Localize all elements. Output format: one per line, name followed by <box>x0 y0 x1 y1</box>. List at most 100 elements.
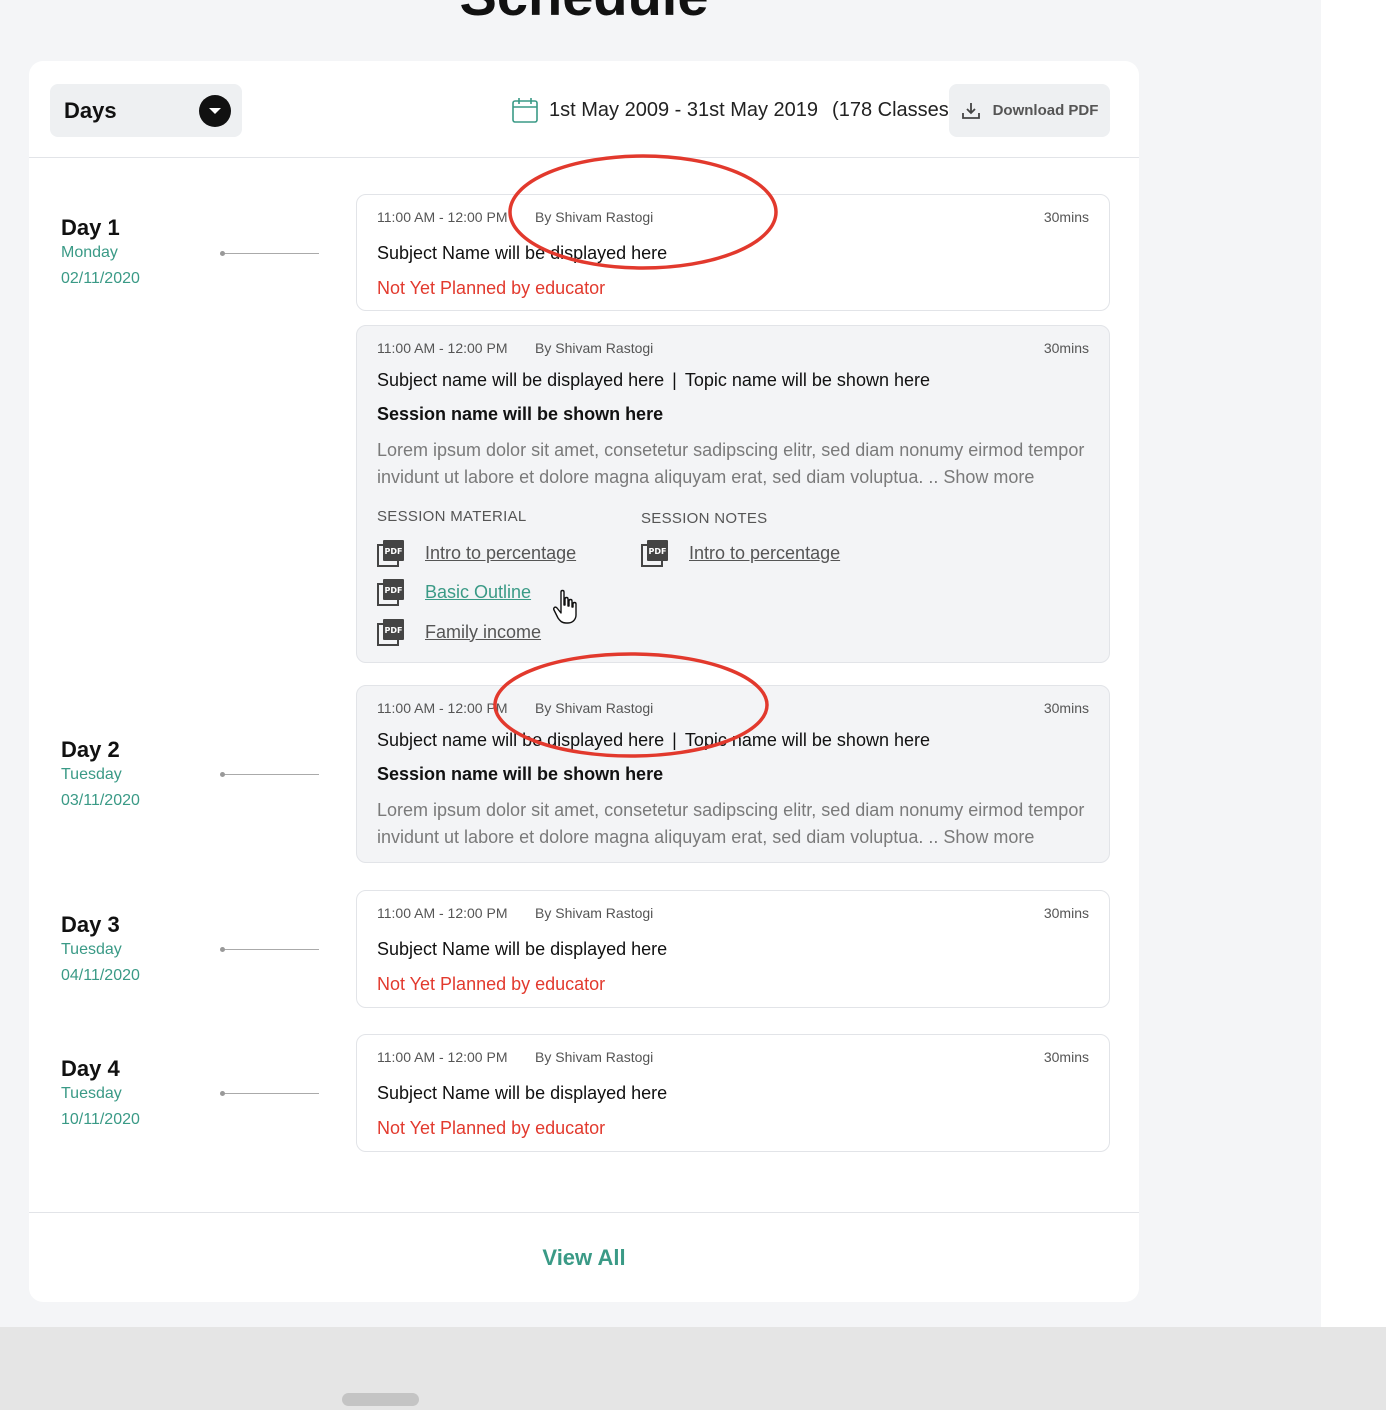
session-subject-topic: Subject name will be displayed here | Topi… <box>377 369 1089 391</box>
session-notes-column: SESSION NOTES PDF Intro to percentage <box>641 509 840 567</box>
pdf-icon: PDF <box>377 619 404 646</box>
download-pdf-label: Download PDF <box>992 102 1099 119</box>
session-educator: By Shivam Rastogi <box>535 209 654 225</box>
show-more-link[interactable]: Show more <box>943 467 1034 487</box>
separator: | <box>672 370 677 390</box>
pdf-icon: PDF <box>641 540 668 567</box>
show-more-link[interactable]: Show more <box>943 827 1034 847</box>
svg-text:PDF: PDF <box>385 586 403 595</box>
notes-item[interactable]: PDF Intro to percentage <box>641 539 840 567</box>
schedule-footer: View All <box>29 1212 1139 1302</box>
session-meta: 11:00 AM - 12:00 PM By Shivam Rastogi 30… <box>377 1049 1089 1069</box>
session-resources: SESSION MATERIAL PDF Intro to percentage… <box>377 507 1089 667</box>
view-selector-label: Days <box>64 97 117 123</box>
session-time: 11:00 AM - 12:00 PM <box>377 209 508 225</box>
view-selector-dropdown[interactable]: Days <box>50 84 242 137</box>
timeline-connector <box>220 772 319 777</box>
day-date: 02/11/2020 <box>61 270 140 287</box>
session-notes-heading: SESSION NOTES <box>641 510 768 527</box>
session-subject: Subject name will be displayed here <box>377 730 665 750</box>
session-duration: 30mins <box>1043 209 1089 225</box>
session-time: 11:00 AM - 12:00 PM <box>377 1049 508 1065</box>
date-range-display: 1st May 2009 - 31st May 2019 (178 Classe… <box>511 91 955 129</box>
session-name: Session name will be shown here <box>377 404 664 424</box>
schedule-card: Days 1st May 2009 - 31st May 2019 (178 C… <box>29 61 1139 1302</box>
session-meta: 11:00 AM - 12:00 PM By Shivam Rastogi 30… <box>377 209 1089 229</box>
notes-link[interactable]: Intro to percentage <box>689 543 840 564</box>
day-number: Day 4 <box>61 1056 120 1081</box>
pdf-icon: PDF <box>377 540 404 567</box>
day-date: 03/11/2020 <box>61 792 140 809</box>
day-weekday: Tuesday <box>61 1085 122 1102</box>
day-number: Day 1 <box>61 215 120 240</box>
material-item[interactable]: PDF Family income <box>377 618 576 646</box>
hand-cursor-icon <box>553 589 577 624</box>
session-card[interactable]: 11:00 AM - 12:00 PM By Shivam Rastogi 30… <box>356 890 1110 1008</box>
schedule-toolbar: Days 1st May 2009 - 31st May 2019 (178 C… <box>29 61 1139 158</box>
session-educator: By Shivam Rastogi <box>535 1049 654 1065</box>
day-weekday: Tuesday <box>61 941 122 958</box>
session-subject: Subject Name will be displayed here <box>377 243 668 263</box>
download-icon <box>961 102 980 119</box>
download-pdf-button[interactable]: Download PDF <box>949 84 1110 137</box>
day-label-4: Day 4 Tuesday 10/11/2020 <box>61 1056 140 1130</box>
session-time: 11:00 AM - 12:00 PM <box>377 700 508 716</box>
day-label-1: Day 1 Monday 02/11/2020 <box>61 215 140 289</box>
view-all-link[interactable]: View All <box>542 1245 625 1271</box>
session-subject: Subject Name will be displayed here <box>377 939 668 959</box>
day-date: 04/11/2020 <box>61 967 140 984</box>
session-time: 11:00 AM - 12:00 PM <box>377 905 508 921</box>
day-number: Day 3 <box>61 912 120 937</box>
svg-text:PDF: PDF <box>385 547 403 556</box>
class-count: (178 Classes) <box>832 98 956 121</box>
day-weekday: Tuesday <box>61 766 122 783</box>
timeline-connector <box>220 947 319 952</box>
session-card[interactable]: 11:00 AM - 12:00 PM By Shivam Rastogi 30… <box>356 685 1110 863</box>
right-edge-panel <box>1321 0 1386 1327</box>
session-duration: 30mins <box>1043 1049 1089 1065</box>
svg-text:PDF: PDF <box>385 626 403 635</box>
page-title: Schedule <box>0 0 1168 28</box>
session-time: 11:00 AM - 12:00 PM <box>377 340 508 356</box>
material-link[interactable]: Basic Outline <box>425 582 531 603</box>
calendar-icon <box>512 98 538 123</box>
pdf-icon: PDF <box>377 579 404 606</box>
session-card-expanded[interactable]: 11:00 AM - 12:00 PM By Shivam Rastogi 30… <box>356 325 1110 663</box>
timeline-connector <box>220 251 319 256</box>
session-duration: 30mins <box>1043 700 1089 716</box>
timeline-connector <box>220 1091 319 1096</box>
day-number: Day 2 <box>61 737 120 762</box>
material-item[interactable]: PDF Basic Outline <box>377 578 576 606</box>
scrollbar-handle[interactable] <box>342 1393 419 1406</box>
session-material-heading: SESSION MATERIAL <box>377 508 527 525</box>
session-duration: 30mins <box>1043 340 1089 356</box>
session-duration: 30mins <box>1043 905 1089 921</box>
material-link[interactable]: Intro to percentage <box>425 543 576 564</box>
session-subject-topic: Subject name will be displayed here | Topi… <box>377 729 1089 751</box>
session-card[interactable]: 11:00 AM - 12:00 PM By Shivam Rastogi 30… <box>356 194 1110 311</box>
session-subject: Subject name will be displayed here <box>377 370 665 390</box>
session-status: Not Yet Planned by educator <box>377 278 606 298</box>
day-weekday: Monday <box>61 244 118 261</box>
session-description: Lorem ipsum dolor sit amet, consetetur s… <box>377 797 1089 851</box>
session-meta: 11:00 AM - 12:00 PM By Shivam Rastogi 30… <box>377 905 1089 925</box>
session-card[interactable]: 11:00 AM - 12:00 PM By Shivam Rastogi 30… <box>356 1034 1110 1152</box>
chevron-down-icon <box>199 94 231 127</box>
session-subject: Subject Name will be displayed here <box>377 1083 668 1103</box>
session-topic: Topic name will be shown here <box>684 730 930 750</box>
material-link[interactable]: Family income <box>425 622 541 643</box>
day-label-3: Day 3 Tuesday 04/11/2020 <box>61 912 140 986</box>
session-educator: By Shivam Rastogi <box>535 340 654 356</box>
session-meta: 11:00 AM - 12:00 PM By Shivam Rastogi 30… <box>377 700 1089 720</box>
session-meta: 11:00 AM - 12:00 PM By Shivam Rastogi 30… <box>377 340 1089 360</box>
session-topic: Topic name will be shown here <box>684 370 930 390</box>
day-label-2: Day 2 Tuesday 03/11/2020 <box>61 737 140 811</box>
svg-text:PDF: PDF <box>649 547 667 556</box>
session-status: Not Yet Planned by educator <box>377 974 606 994</box>
session-educator: By Shivam Rastogi <box>535 700 654 716</box>
material-item[interactable]: PDF Intro to percentage <box>377 539 576 567</box>
session-educator: By Shivam Rastogi <box>535 905 654 921</box>
session-name: Session name will be shown here <box>377 764 664 784</box>
day-date: 10/11/2020 <box>61 1111 140 1128</box>
separator: | <box>672 730 677 750</box>
